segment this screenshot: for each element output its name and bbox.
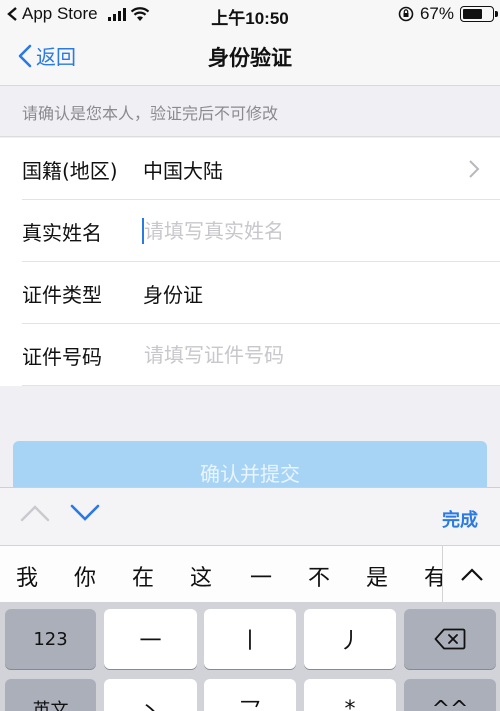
page-title: 身份验证	[208, 46, 292, 70]
nationality-row[interactable]: 国籍(地区) 中国大陆	[0, 138, 500, 200]
expand-candidates-button[interactable]	[442, 546, 500, 603]
emoticon-key[interactable]: ^^	[404, 679, 496, 711]
keyboard-toolbar: 完成	[0, 487, 500, 545]
stroke-key[interactable]: 丶	[104, 679, 197, 711]
navigation-bar: 返回 身份验证	[0, 28, 500, 86]
candidate-item[interactable]: 这	[190, 560, 212, 592]
candidate-item[interactable]: 不	[308, 560, 330, 592]
battery-percent: 67%	[419, 4, 454, 23]
verification-notice: 请确认是您本人，验证完后不可修改	[0, 87, 500, 137]
id-type-label: 证件类型	[22, 282, 102, 307]
id-number-input[interactable]	[141, 338, 471, 372]
real-name-label: 真实姓名	[22, 220, 102, 245]
real-name-row: 真实姓名	[0, 200, 500, 262]
submit-button[interactable]: 确认并提交	[13, 441, 487, 493]
backspace-icon	[434, 628, 466, 650]
candidate-item[interactable]: 我	[16, 560, 38, 592]
candidate-item[interactable]: 是	[366, 560, 388, 592]
identity-form: 国籍(地区) 中国大陆 真实姓名 证件类型 身份证 证件号码	[0, 138, 500, 386]
stroke-key[interactable]: 一	[104, 609, 197, 669]
stroke-key[interactable]: 丨	[204, 609, 296, 669]
stroke-key[interactable]: 乛	[204, 679, 296, 711]
chevron-down-icon[interactable]	[70, 504, 100, 522]
real-name-input[interactable]	[141, 214, 471, 248]
candidate-item[interactable]: 一	[250, 560, 272, 592]
orientation-lock-icon	[398, 6, 414, 22]
done-button[interactable]: 完成	[442, 506, 478, 532]
id-number-label: 证件号码	[22, 344, 102, 369]
candidate-bar: 我 你 在 这 一 不 是 有	[0, 545, 500, 603]
candidate-item[interactable]: 你	[74, 560, 96, 592]
english-key[interactable]: 英文	[5, 679, 96, 711]
status-bar: App Store 上午10:50 67%	[0, 0, 500, 28]
id-type-row[interactable]: 证件类型 身份证	[0, 262, 500, 324]
nationality-label: 国籍(地区)	[22, 158, 118, 183]
numeric-key[interactable]: 123	[5, 609, 96, 669]
chevron-up-icon[interactable]	[20, 504, 50, 522]
id-type-value: 身份证	[143, 282, 203, 307]
id-number-row: 证件号码	[0, 324, 500, 386]
status-right: 67%	[398, 4, 498, 24]
nationality-value: 中国大陆	[143, 158, 223, 183]
text-cursor	[142, 218, 144, 244]
wildcard-key[interactable]: *	[304, 679, 396, 711]
stroke-keyboard: 123 一 丨 丿 英文 丶 乛 * ^^	[0, 602, 500, 711]
stroke-key[interactable]: 丿	[304, 609, 396, 669]
candidate-item[interactable]: 在	[132, 560, 154, 592]
delete-key[interactable]	[404, 609, 496, 669]
chevron-right-icon	[469, 160, 480, 178]
chevron-up-icon	[460, 567, 483, 581]
battery-icon	[460, 6, 498, 22]
